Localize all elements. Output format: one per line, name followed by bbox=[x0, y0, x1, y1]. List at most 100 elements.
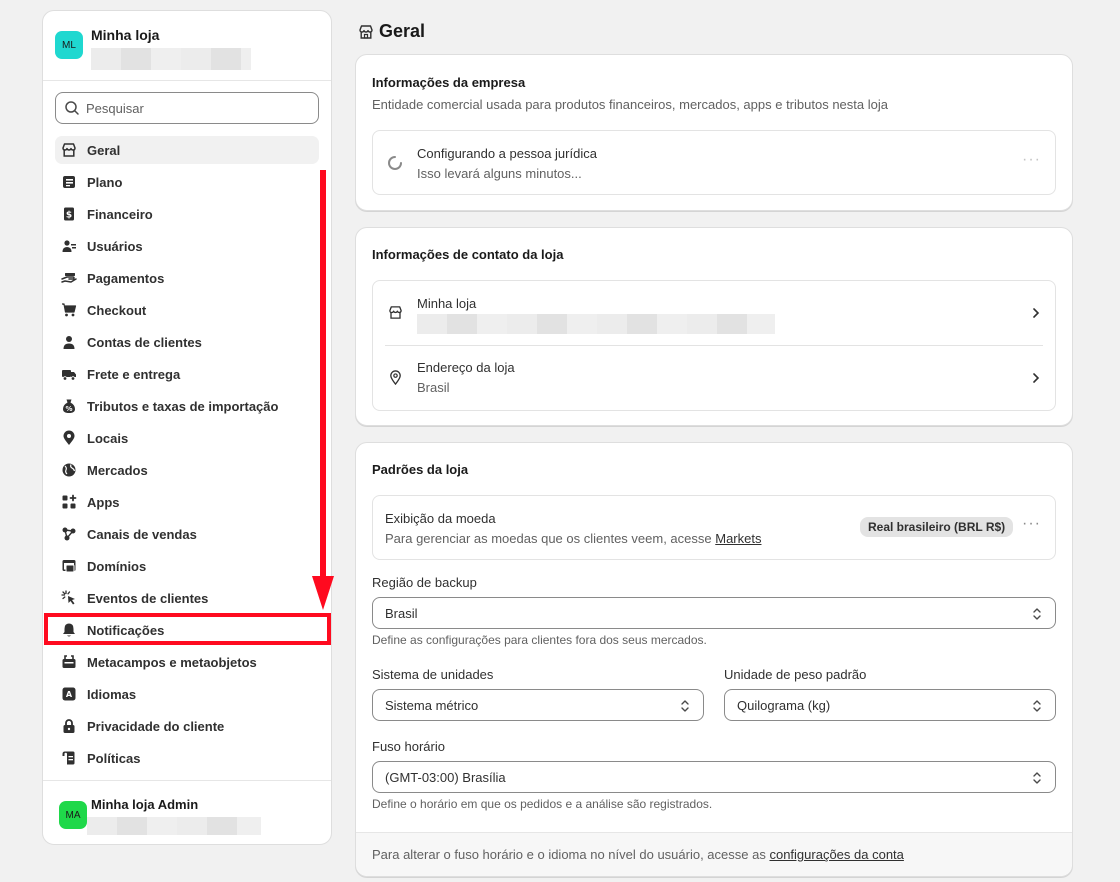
store-defaults-card: Padrões da loja Exibição da moeda Para g… bbox=[355, 442, 1073, 877]
sidebar-item-label: Locais bbox=[87, 430, 129, 446]
sidebar-item-tributos-e-taxas-de-importacao[interactable]: % Tributos e taxas de importação bbox=[55, 392, 319, 420]
store-icon bbox=[389, 306, 402, 319]
chevron-right-icon bbox=[1033, 308, 1040, 318]
search-box[interactable] bbox=[55, 92, 319, 124]
sidebar-item-usuarios[interactable]: Usuários bbox=[55, 232, 319, 260]
sidebar-item-privacidade-do-cliente[interactable]: Privacidade do cliente bbox=[55, 712, 319, 740]
sidebar-item-contas-de-clientes[interactable]: Contas de clientes bbox=[55, 328, 319, 356]
sidebar-item-label: Checkout bbox=[87, 302, 147, 318]
policy-icon bbox=[61, 750, 77, 766]
chevron-right-icon bbox=[1033, 373, 1040, 383]
store-icon bbox=[359, 24, 373, 39]
legal-entity-title: Configurando a pessoa jurídica bbox=[417, 146, 597, 161]
sidebar-item-checkout[interactable]: Checkout bbox=[55, 296, 319, 324]
currency-title: Exibição da moeda bbox=[385, 511, 496, 526]
backup-region-value: Brasil bbox=[385, 605, 418, 621]
channels-icon bbox=[61, 526, 77, 542]
spinner-icon bbox=[388, 156, 402, 170]
select-arrows-icon bbox=[1033, 772, 1041, 784]
redacted-admin-email bbox=[87, 817, 261, 835]
cursor-icon bbox=[61, 590, 77, 606]
tax-icon: % bbox=[61, 398, 77, 414]
company-card-subtitle: Entidade comercial usada para produtos f… bbox=[372, 97, 888, 112]
search-input[interactable] bbox=[86, 100, 318, 116]
backup-region-help: Define as configurações para clientes fo… bbox=[372, 633, 707, 647]
sidebar-item-label: Apps bbox=[87, 494, 120, 510]
sidebar-item-politicas[interactable]: Políticas bbox=[55, 744, 319, 772]
defaults-card-title: Padrões da loja bbox=[372, 462, 469, 477]
units-label: Sistema de unidades bbox=[372, 667, 494, 682]
sidebar-item-eventos-de-clientes[interactable]: Eventos de clientes bbox=[55, 584, 319, 612]
truck-icon bbox=[61, 366, 77, 382]
address-row-title: Endereço da loja bbox=[417, 360, 515, 375]
finance-icon: $ bbox=[61, 206, 77, 222]
sidebar-item-label: Tributos e taxas de importação bbox=[87, 398, 279, 414]
more-actions-icon[interactable]: ··· bbox=[1022, 515, 1041, 533]
payments-icon bbox=[61, 270, 77, 286]
company-info-card: Informações da empresa Entidade comercia… bbox=[355, 54, 1073, 211]
sidebar-item-plano[interactable]: Plano bbox=[55, 168, 319, 196]
domain-icon bbox=[61, 558, 77, 574]
weight-select[interactable]: Quilograma (kg) bbox=[724, 689, 1056, 721]
sidebar-item-label: Idiomas bbox=[87, 686, 137, 702]
svg-text:A: A bbox=[66, 690, 73, 699]
sidebar-item-pagamentos[interactable]: Pagamentos bbox=[55, 264, 319, 292]
annotation-arrow-head bbox=[312, 576, 334, 610]
sidebar-item-canais-de-vendas[interactable]: Canais de vendas bbox=[55, 520, 319, 548]
currency-desc-text: Para gerenciar as moedas que os clientes… bbox=[385, 531, 712, 546]
backup-region-select[interactable]: Brasil bbox=[372, 597, 1056, 629]
store-name-row[interactable]: Minha loja bbox=[373, 281, 1055, 345]
annotation-arrow-line bbox=[320, 170, 326, 580]
units-value: Sistema métrico bbox=[385, 697, 479, 713]
store-avatar: ML bbox=[55, 31, 83, 59]
more-actions-icon[interactable]: ··· bbox=[1022, 151, 1041, 169]
apps-icon bbox=[61, 494, 77, 510]
defaults-card-footer: Para alterar o fuso horário e o idioma n… bbox=[356, 832, 1072, 876]
sidebar-item-frete-e-entrega[interactable]: Frete e entrega bbox=[55, 360, 319, 388]
contact-list: Minha loja Endereço da loja Brasil bbox=[372, 280, 1056, 411]
units-select[interactable]: Sistema métrico bbox=[372, 689, 704, 721]
admin-name: Minha loja Admin bbox=[91, 797, 199, 812]
footer-text: Para alterar o fuso horário e o idioma n… bbox=[372, 847, 766, 862]
sidebar-item-idiomas[interactable]: A Idiomas bbox=[55, 680, 319, 708]
sidebar-item-label: Frete e entrega bbox=[87, 366, 181, 382]
sidebar-item-label: Domínios bbox=[87, 558, 147, 574]
sidebar-item-label: Privacidade do cliente bbox=[87, 718, 225, 734]
svg-text:%: % bbox=[65, 405, 72, 413]
sidebar-item-financeiro[interactable]: $ Financeiro bbox=[55, 200, 319, 228]
legal-entity-status: Configurando a pessoa jurídica Isso leva… bbox=[372, 130, 1056, 195]
timezone-select[interactable]: (GMT-03:00) Brasília bbox=[372, 761, 1056, 793]
sidebar-item-apps[interactable]: Apps bbox=[55, 488, 319, 516]
sidebar-item-label: Financeiro bbox=[87, 206, 153, 222]
timezone-label: Fuso horário bbox=[372, 739, 445, 754]
sidebar-item-label: Políticas bbox=[87, 750, 141, 766]
sidebar-item-metacampos-e-metaobjetos[interactable]: Metacampos e metaobjetos bbox=[55, 648, 319, 676]
sidebar-item-geral[interactable]: Geral bbox=[55, 136, 319, 164]
sidebar-item-label: Mercados bbox=[87, 462, 148, 478]
weight-value: Quilograma (kg) bbox=[737, 697, 831, 713]
sidebar-item-dominios[interactable]: Domínios bbox=[55, 552, 319, 580]
page-title-text: Geral bbox=[379, 21, 426, 41]
timezone-value: (GMT-03:00) Brasília bbox=[385, 769, 506, 785]
select-arrows-icon bbox=[1033, 700, 1041, 712]
sidebar-item-label: Geral bbox=[87, 142, 121, 158]
store-header[interactable]: ML Minha loja bbox=[43, 11, 331, 81]
account-settings-link[interactable]: configurações da conta bbox=[769, 847, 903, 862]
markets-link[interactable]: Markets bbox=[715, 531, 761, 546]
admin-account[interactable]: MA Minha loja Admin bbox=[43, 780, 331, 844]
address-row-value: Brasil bbox=[417, 380, 450, 395]
currency-badge: Real brasileiro (BRL R$) bbox=[860, 517, 1014, 537]
svg-text:$: $ bbox=[66, 211, 72, 221]
currency-desc: Para gerenciar as moedas que os clientes… bbox=[385, 531, 761, 546]
sidebar-item-locais[interactable]: Locais bbox=[55, 424, 319, 452]
legal-entity-subtitle: Isso levará alguns minutos... bbox=[417, 166, 582, 181]
sidebar-item-label: Usuários bbox=[87, 238, 143, 254]
metafields-icon bbox=[61, 654, 77, 670]
sidebar-item-mercados[interactable]: Mercados bbox=[55, 456, 319, 484]
store-address-row[interactable]: Endereço da loja Brasil bbox=[373, 346, 1055, 411]
page-title: Geral bbox=[358, 21, 425, 42]
store-row-title: Minha loja bbox=[417, 296, 477, 311]
contact-info-card: Informações de contato da loja Minha loj… bbox=[355, 227, 1073, 426]
settings-nav: Geral Plano $ Financeiro Usuários Pagamentos C… bbox=[55, 136, 319, 776]
sidebar-item-label: Metacampos e metaobjetos bbox=[87, 654, 257, 670]
